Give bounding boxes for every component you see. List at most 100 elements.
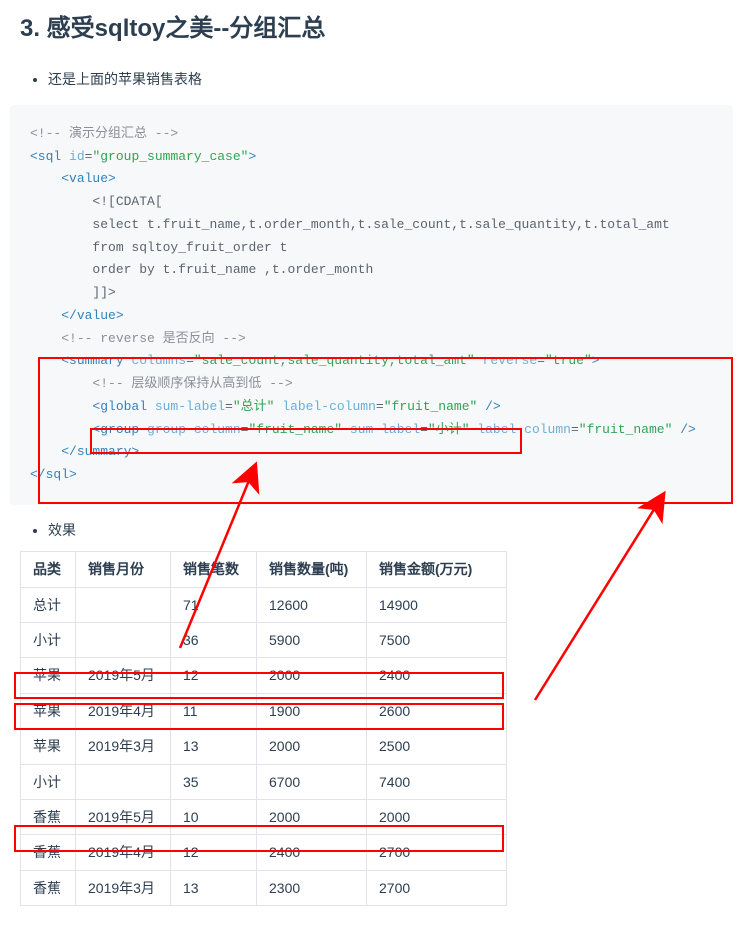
code-plain: select t.fruit_name,t.order_month,t.sale… <box>92 217 669 232</box>
table-cell: 14900 <box>367 587 507 622</box>
code-str: "true" <box>545 353 592 368</box>
table-cell: 2019年4月 <box>76 693 171 728</box>
table-cell: 71 <box>171 587 257 622</box>
table-cell: 5900 <box>257 622 367 657</box>
table-header-row: 品类销售月份销售笔数销售数量(吨)销售金额(万元) <box>21 552 507 587</box>
table-cell: 2600 <box>367 693 507 728</box>
code-tag: <group <box>92 422 139 437</box>
table-cell: 苹果 <box>21 693 76 728</box>
result-table: 品类销售月份销售笔数销售数量(吨)销售金额(万元) 总计 711260014900… <box>20 551 507 906</box>
bullet-item-result: 效果 <box>48 519 733 541</box>
code-attr: sum-label <box>147 399 225 414</box>
table-cell: 小计 <box>21 764 76 799</box>
table-row: 香蕉2019年3月1323002700 <box>21 870 507 905</box>
table-cell: 12600 <box>257 587 367 622</box>
code-tag-close: > <box>248 149 256 164</box>
code-tag: </sql> <box>30 467 77 482</box>
table-cell: 12 <box>171 835 257 870</box>
table-cell <box>76 622 171 657</box>
table-row: 小计3659007500 <box>21 622 507 657</box>
table-row: 苹果2019年3月1320002500 <box>21 729 507 764</box>
table-cell: 总计 <box>21 587 76 622</box>
table-cell: 2500 <box>367 729 507 764</box>
table-cell: 2400 <box>257 835 367 870</box>
table-row: 小计3567007400 <box>21 764 507 799</box>
table-cell: 7500 <box>367 622 507 657</box>
code-tag-close: /> <box>477 399 500 414</box>
table-row: 苹果2019年5月1220002400 <box>21 658 507 693</box>
code-plain: ]]> <box>92 285 115 300</box>
table-row: 香蕉2019年5月1020002000 <box>21 799 507 834</box>
table-cell: 香蕉 <box>21 870 76 905</box>
table-cell: 12 <box>171 658 257 693</box>
bullet-list: 还是上面的苹果销售表格 <box>20 68 733 90</box>
table-row: 香蕉2019年4月1224002700 <box>21 835 507 870</box>
code-attr: label-column <box>274 399 375 414</box>
table-cell: 7400 <box>367 764 507 799</box>
table-cell: 35 <box>171 764 257 799</box>
table-cell: 2019年5月 <box>76 799 171 834</box>
code-block: <!-- 演示分组汇总 --> <sql id = "group_summary_c… <box>10 105 733 505</box>
table-cell: 香蕉 <box>21 835 76 870</box>
table-cell: 13 <box>171 870 257 905</box>
code-tag: </value> <box>61 308 123 323</box>
code-plain: from sqltoy_fruit_order t <box>92 240 287 255</box>
table-cell: 2019年5月 <box>76 658 171 693</box>
table-cell <box>76 764 171 799</box>
table-header-cell: 销售月份 <box>76 552 171 587</box>
bullet-list-2: 效果 <box>20 519 733 541</box>
code-attr: columns <box>124 353 186 368</box>
table-header-cell: 销售笔数 <box>171 552 257 587</box>
table-cell: 2019年3月 <box>76 870 171 905</box>
table-cell: 2000 <box>257 658 367 693</box>
code-eq: = <box>571 422 579 437</box>
code-tag: <sql <box>30 149 61 164</box>
section-heading: 3. 感受sqltoy之美--分组汇总 <box>20 10 733 48</box>
code-str: "fruit_name" <box>248 422 342 437</box>
code-str: "fruit_name" <box>579 422 673 437</box>
table-cell <box>76 587 171 622</box>
table-cell: 2000 <box>257 729 367 764</box>
table-cell: 1900 <box>257 693 367 728</box>
table-cell: 2000 <box>257 799 367 834</box>
table-header-cell: 销售数量(吨) <box>257 552 367 587</box>
table-cell: 香蕉 <box>21 799 76 834</box>
code-attr: id <box>61 149 84 164</box>
code-eq: = <box>225 399 233 414</box>
code-eq: = <box>376 399 384 414</box>
table-cell: 11 <box>171 693 257 728</box>
code-tag: <global <box>92 399 147 414</box>
code-str: "sale_count,sale_quantity,total_amt" <box>194 353 475 368</box>
code-eq: = <box>186 353 194 368</box>
code-str: "group_summary_case" <box>92 149 248 164</box>
code-plain: <![CDATA[ <box>92 194 162 209</box>
code-eq: = <box>537 353 545 368</box>
code-tag: </summary> <box>61 444 139 459</box>
table-cell: 2700 <box>367 835 507 870</box>
table-header-cell: 销售金额(万元) <box>367 552 507 587</box>
table-cell: 36 <box>171 622 257 657</box>
code-attr: reverse <box>475 353 537 368</box>
table-cell: 2300 <box>257 870 367 905</box>
table-cell: 苹果 <box>21 729 76 764</box>
code-comment: <!-- 层级顺序保持从高到低 --> <box>92 376 292 391</box>
code-attr: label-column <box>470 422 571 437</box>
table-cell: 2700 <box>367 870 507 905</box>
code-attr: group-column <box>139 422 240 437</box>
table-cell: 2019年4月 <box>76 835 171 870</box>
code-comment: <!-- reverse 是否反向 --> <box>61 331 246 346</box>
code-tag: <value> <box>61 171 116 186</box>
code-comment: <!-- 演示分组汇总 --> <box>30 126 178 141</box>
code-tag-close: > <box>592 353 600 368</box>
bullet-item-intro: 还是上面的苹果销售表格 <box>48 68 733 90</box>
code-attr: sum-label <box>342 422 420 437</box>
table-cell: 苹果 <box>21 658 76 693</box>
code-eq: = <box>420 422 428 437</box>
table-cell: 13 <box>171 729 257 764</box>
table-row: 苹果2019年4月1119002600 <box>21 693 507 728</box>
table-cell: 2400 <box>367 658 507 693</box>
code-tag-close: /> <box>672 422 695 437</box>
code-tag: <summary <box>61 353 123 368</box>
code-str: "小计" <box>428 422 470 437</box>
table-header-cell: 品类 <box>21 552 76 587</box>
